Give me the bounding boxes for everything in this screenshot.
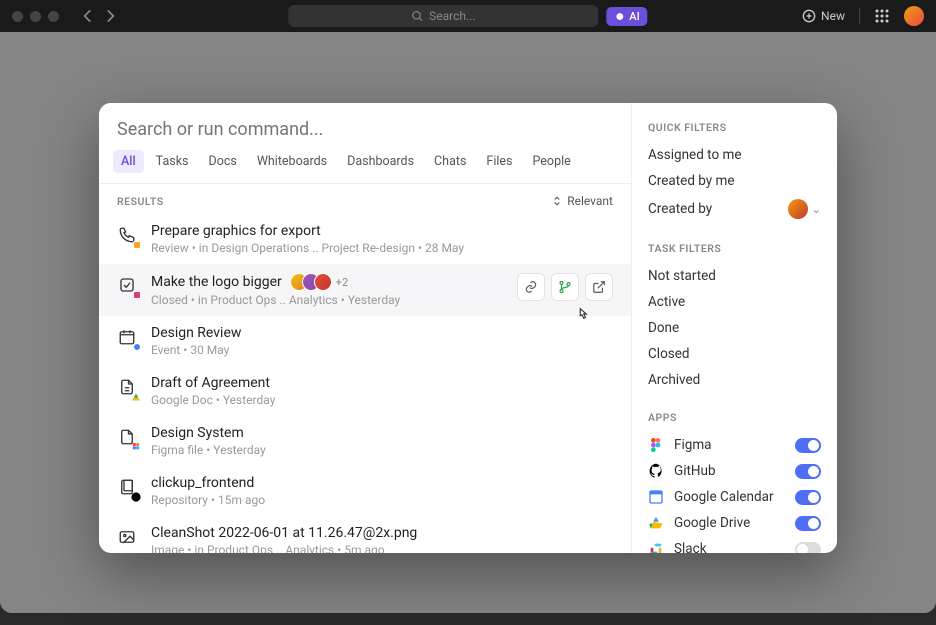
google-drive-icon: [648, 515, 664, 531]
result-item[interactable]: Design System Figma file • Yesterday: [99, 416, 631, 466]
copy-link-button[interactable]: [517, 273, 545, 301]
slack-icon: [648, 541, 664, 553]
app-google-drive: Google Drive: [648, 510, 821, 536]
result-meta: Google Doc • Yesterday: [151, 393, 613, 407]
nav-back-icon[interactable]: [79, 7, 97, 25]
apps-heading: APPS: [648, 411, 821, 424]
app-figma: Figma: [648, 432, 821, 458]
result-item[interactable]: Draft of Agreement Google Doc • Yesterda…: [99, 366, 631, 416]
task-filters-heading: TASK FILTERS: [648, 242, 821, 255]
result-meta: Review • in Design Operations .. Project…: [151, 241, 613, 255]
results-list: Prepare graphics for export Review • in …: [99, 214, 631, 553]
result-meta: Image • in Product Ops .. Analytics • 5m…: [151, 543, 613, 553]
google-doc-icon: [117, 375, 137, 399]
repository-icon: [117, 475, 137, 499]
result-title: CleanShot 2022-06-01 at 11.26.47@2x.png: [151, 525, 613, 541]
result-title: Design System: [151, 425, 613, 441]
tab-tasks[interactable]: Tasks: [148, 150, 197, 173]
results-heading: RESULTS: [117, 195, 164, 208]
sparkle-icon: [614, 11, 625, 22]
result-meta: Figma file • Yesterday: [151, 443, 613, 457]
apps-grid-icon[interactable]: [874, 8, 890, 24]
external-link-icon: [592, 280, 606, 294]
github-icon: [648, 463, 664, 479]
sort-dropdown[interactable]: Relevant: [551, 194, 613, 208]
result-title: Design Review: [151, 325, 613, 341]
tab-files[interactable]: Files: [478, 150, 520, 173]
filters-panel: QUICK FILTERS Assigned to me Created by …: [632, 103, 837, 553]
avatar: [788, 199, 808, 219]
result-meta: Event • 30 May: [151, 343, 613, 357]
window-traffic-lights[interactable]: [12, 11, 59, 22]
user-avatar[interactable]: [904, 6, 924, 26]
toggle-slack[interactable]: [795, 542, 821, 554]
result-title: Draft of Agreement: [151, 375, 613, 391]
tab-whiteboards[interactable]: Whiteboards: [249, 150, 335, 173]
result-meta: Closed • in Product Ops .. Analytics • Y…: [151, 293, 503, 307]
filter-created-by[interactable]: Created by ⌄: [648, 194, 821, 224]
result-title: Make the logo bigger +2: [151, 273, 503, 291]
result-title: clickup_frontend: [151, 475, 613, 491]
tab-all[interactable]: All: [113, 150, 144, 173]
assignee-avatars: +2: [290, 273, 348, 291]
figma-file-icon: [117, 425, 137, 449]
calendar-event-icon: [117, 325, 137, 349]
figma-icon: [648, 437, 664, 453]
task-phone-icon: [117, 223, 137, 247]
image-file-icon: [117, 525, 137, 549]
app-google-calendar: Google Calendar: [648, 484, 821, 510]
filter-archived[interactable]: Archived: [648, 367, 821, 393]
result-item[interactable]: Prepare graphics for export Review • in …: [99, 214, 631, 264]
filter-not-started[interactable]: Not started: [648, 263, 821, 289]
tab-chats[interactable]: Chats: [426, 150, 474, 173]
filter-active[interactable]: Active: [648, 289, 821, 315]
ai-button[interactable]: AI: [606, 7, 647, 26]
filter-created-by-me[interactable]: Created by me: [648, 168, 821, 194]
quick-filters-heading: QUICK FILTERS: [648, 121, 821, 134]
git-branch-icon: [558, 280, 572, 294]
search-icon: [411, 10, 423, 22]
app-slack: Slack: [648, 536, 821, 553]
chevron-down-icon: ⌄: [812, 203, 821, 216]
sort-icon: [551, 195, 563, 207]
global-search-input[interactable]: Search...: [288, 5, 598, 27]
task-check-icon: [117, 273, 137, 297]
result-title: Prepare graphics for export: [151, 223, 613, 239]
filter-done[interactable]: Done: [648, 315, 821, 341]
tab-people[interactable]: People: [525, 150, 579, 173]
filter-tabs: All Tasks Docs Whiteboards Dashboards Ch…: [99, 150, 631, 184]
toggle-google-calendar[interactable]: [795, 490, 821, 505]
new-button[interactable]: New: [802, 9, 845, 23]
google-calendar-icon: [648, 489, 664, 505]
result-item[interactable]: clickup_frontend Repository • 15m ago: [99, 466, 631, 516]
result-meta: Repository • 15m ago: [151, 493, 613, 507]
filter-closed[interactable]: Closed: [648, 341, 821, 367]
toggle-github[interactable]: [795, 464, 821, 479]
app-github: GitHub: [648, 458, 821, 484]
result-item[interactable]: CleanShot 2022-06-01 at 11.26.47@2x.png …: [99, 516, 631, 553]
toggle-figma[interactable]: [795, 438, 821, 453]
toggle-google-drive[interactable]: [795, 516, 821, 531]
filter-assigned-to-me[interactable]: Assigned to me: [648, 142, 821, 168]
command-search-input[interactable]: [99, 103, 631, 150]
result-item[interactable]: Make the logo bigger +2 Closed • in Prod…: [99, 264, 631, 316]
branch-button[interactable]: [551, 273, 579, 301]
tab-dashboards[interactable]: Dashboards: [339, 150, 422, 173]
result-item[interactable]: Design Review Event • 30 May: [99, 316, 631, 366]
open-external-button[interactable]: [585, 273, 613, 301]
tab-docs[interactable]: Docs: [200, 150, 244, 173]
command-palette: All Tasks Docs Whiteboards Dashboards Ch…: [99, 103, 837, 553]
nav-forward-icon[interactable]: [101, 7, 119, 25]
plus-circle-icon: [802, 9, 816, 23]
link-icon: [524, 280, 538, 294]
titlebar: Search... AI New: [0, 0, 936, 32]
